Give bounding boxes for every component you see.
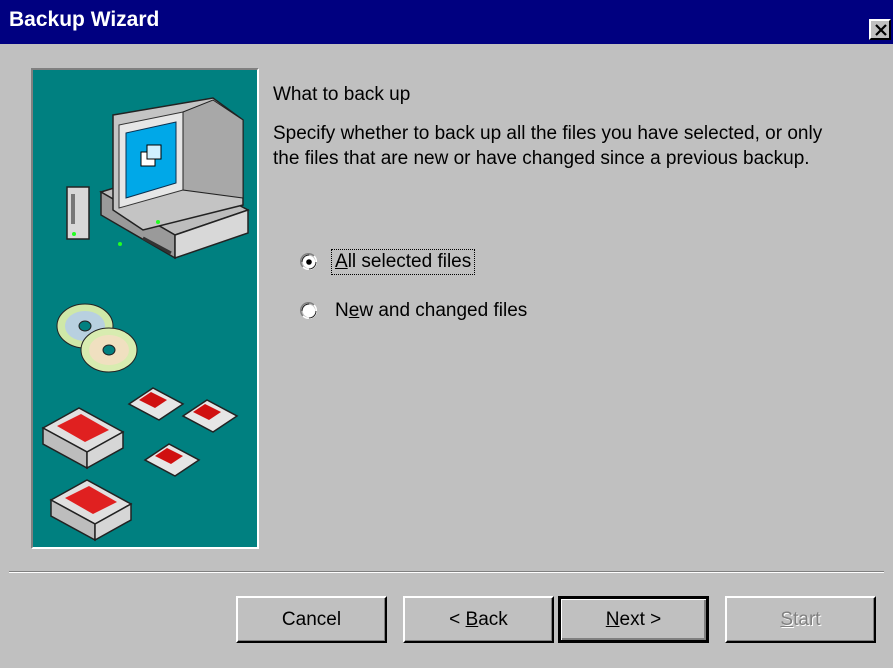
next-button-label: Next > <box>605 608 662 630</box>
cd-disc-icon <box>56 303 138 373</box>
back-button[interactable]: < Back <box>403 596 554 643</box>
back-button-label: < Back <box>449 608 508 630</box>
next-button[interactable]: Next > <box>558 596 709 643</box>
step-heading: What to back up <box>273 84 411 105</box>
title-bar[interactable]: Backup Wizard <box>0 0 893 44</box>
radio-unchecked-icon[interactable] <box>300 302 318 320</box>
tape-cartridge-icon <box>41 407 133 542</box>
radio-checked-icon[interactable] <box>300 253 318 271</box>
start-button[interactable]: Start <box>725 596 876 643</box>
backup-wizard-window: Backup Wizard What to back up Specify wh… <box>0 0 893 668</box>
footer-separator <box>9 571 884 573</box>
window-title: Backup Wizard <box>9 8 160 31</box>
option-new-changed-files[interactable]: New and changed files <box>300 297 530 325</box>
start-button-label: Start <box>780 608 821 630</box>
step-description: Specify whether to back up all the files… <box>273 123 823 169</box>
computer-icon <box>66 97 250 260</box>
cancel-button[interactable]: Cancel <box>236 596 387 643</box>
wizard-illustration <box>31 68 259 549</box>
option-all-selected-files[interactable]: All selected files <box>300 248 476 276</box>
close-button[interactable] <box>869 19 891 40</box>
cancel-button-label: Cancel <box>281 608 342 630</box>
floppy-disk-icon <box>127 387 239 477</box>
option-new-changed-label: New and changed files <box>335 300 528 321</box>
option-all-selected-label: All selected files <box>330 249 476 275</box>
close-icon <box>875 24 887 36</box>
